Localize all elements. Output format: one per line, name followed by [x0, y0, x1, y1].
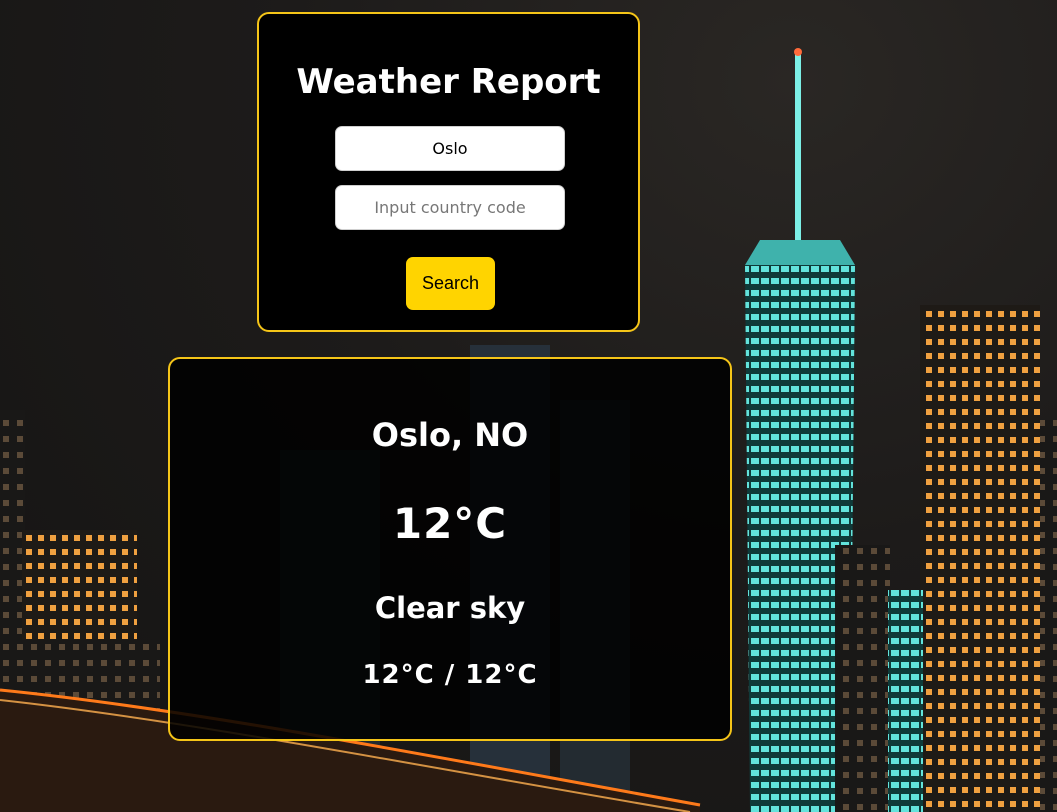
- temperature-range: 12°C / 12°C: [362, 660, 538, 690]
- weather-description: Clear sky: [374, 591, 526, 625]
- search-card: Weather Report Search: [257, 12, 640, 332]
- temperature-value: 12°C: [392, 499, 508, 548]
- page-title: Weather Report: [296, 62, 601, 102]
- country-code-input[interactable]: [335, 185, 565, 230]
- weather-result-card: Oslo, NO 12°C Clear sky 12°C / 12°C: [168, 357, 732, 741]
- city-input[interactable]: [335, 126, 565, 171]
- location-label: Oslo, NO: [371, 416, 529, 454]
- search-button[interactable]: Search: [406, 257, 495, 310]
